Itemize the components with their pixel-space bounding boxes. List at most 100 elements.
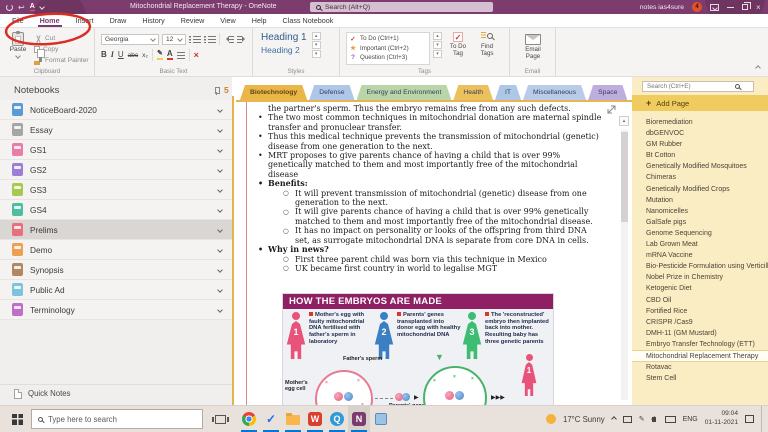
note-paragraph[interactable]: It will prevent transmission of mitochon… — [282, 189, 602, 208]
page-item[interactable]: Bioremediation — [632, 117, 768, 128]
font-name-select[interactable]: Georgia — [101, 34, 159, 45]
sync-status-icon[interactable] — [6, 4, 13, 11]
pen-tray-icon[interactable]: ✎ — [639, 415, 645, 423]
find-tags-button[interactable]: Find Tags — [474, 32, 500, 65]
font-size-select[interactable]: 12 — [162, 34, 186, 45]
notebook-item[interactable]: Terminology — [0, 300, 232, 320]
subscript-button[interactable]: x₂ — [142, 52, 148, 59]
notebook-item[interactable]: Prelims — [0, 220, 232, 240]
notebook-item[interactable]: Synopsis — [0, 260, 232, 280]
page-item[interactable]: Bt Cotton — [632, 150, 768, 161]
notebook-item[interactable]: GS3 — [0, 180, 232, 200]
tray-expand-icon[interactable] — [611, 416, 617, 422]
note-paragraph[interactable]: Thus this medical technique prevents the… — [255, 132, 602, 151]
speaker-icon[interactable] — [652, 417, 656, 422]
cut-button[interactable]: Cut — [34, 33, 89, 44]
page-item[interactable]: dbGENVOC — [632, 128, 768, 139]
ribbon-tab[interactable]: Help — [244, 14, 275, 27]
chevron-down-icon[interactable] — [217, 167, 223, 173]
account-name[interactable]: notes ias4sure — [640, 4, 684, 11]
embryo-infographic-image[interactable]: HOW THE EMBRYOS ARE MADE 1 Mother's egg … — [283, 294, 553, 406]
tag-option[interactable]: ✓ To Do (Ctrl+1) — [349, 34, 427, 44]
ribbon-tab[interactable]: Insert — [68, 14, 102, 27]
italic-button[interactable]: I — [111, 51, 114, 59]
q-app-icon[interactable]: Q — [326, 406, 348, 432]
page-item[interactable]: Chimeras — [632, 172, 768, 183]
decrease-indent-button[interactable] — [223, 36, 234, 43]
undo-icon[interactable]: ↩ — [18, 4, 25, 11]
ribbon-display-options-icon[interactable] — [710, 4, 719, 11]
page-item[interactable]: CRISPR /Cas9 — [632, 317, 768, 328]
page-item[interactable]: mRNA Vaccine — [632, 250, 768, 261]
clock[interactable]: 09:04 01-11-2021 — [705, 410, 738, 428]
section-tab[interactable]: Defense — [309, 85, 354, 100]
pane-divider[interactable] — [232, 96, 234, 405]
keyboard-tray-icon[interactable] — [665, 416, 676, 423]
page-item[interactable]: Mitochondrial Replacement Therapy — [632, 350, 768, 362]
bold-button[interactable]: B — [101, 51, 107, 59]
ribbon-tab[interactable]: Home — [32, 14, 68, 27]
bullet-list-icon[interactable] — [193, 36, 201, 43]
style-option[interactable]: Heading 2 — [261, 44, 307, 56]
note-paragraph[interactable]: Benefits: — [255, 179, 602, 188]
show-desktop-button[interactable] — [761, 406, 764, 432]
section-tab[interactable]: Space — [588, 85, 627, 100]
page-item[interactable]: Embryo Transfer Technology (ETT) — [632, 339, 768, 350]
numbered-list-icon[interactable] — [208, 36, 216, 43]
chevron-down-icon[interactable] — [217, 127, 223, 133]
titlebar-search[interactable]: Search (Alt+Q) — [310, 2, 493, 12]
pages-search[interactable] — [642, 81, 754, 92]
ribbon-tab[interactable]: Draw — [102, 14, 135, 27]
delete-icon[interactable]: × — [194, 50, 199, 60]
tag-option[interactable]: ? Question (Ctrl+3) — [349, 53, 427, 63]
page-item[interactable]: Rotavac — [632, 362, 768, 373]
chevron-down-icon[interactable] — [217, 307, 223, 313]
page-item[interactable]: Genome Sequencing — [632, 228, 768, 239]
ribbon-tab[interactable]: File — [4, 14, 32, 27]
taskbar-search[interactable]: Type here to search — [31, 409, 203, 429]
note-paragraph[interactable]: the partner's sperm. Thus the embryo rem… — [268, 104, 602, 113]
notebook-item[interactable]: Public Ad — [0, 280, 232, 300]
page-item[interactable]: Nobel Prize in Chemistry — [632, 272, 768, 283]
minimize-icon[interactable] — [727, 7, 734, 8]
note-paragraph[interactable]: UK became first country in world to lega… — [282, 264, 602, 273]
avatar[interactable]: 4 — [692, 2, 702, 12]
chevron-down-icon[interactable] — [217, 247, 223, 253]
ribbon-tab[interactable]: Review — [173, 14, 213, 27]
ribbon-tab[interactable]: History — [134, 14, 172, 27]
highlight-button[interactable]: ✎ — [157, 50, 163, 60]
close-icon[interactable]: × — [756, 3, 764, 12]
note-text[interactable]: the partner's sperm. Thus the embryo rem… — [255, 104, 602, 273]
restore-icon[interactable] — [742, 4, 748, 10]
expand-page-icon[interactable] — [607, 105, 616, 114]
scroll-up-icon[interactable]: ▴ — [619, 116, 629, 126]
action-center-icon[interactable] — [745, 415, 754, 423]
paste-button[interactable]: Paste — [6, 32, 30, 60]
notebook-item[interactable]: GS4 — [0, 200, 232, 220]
note-paragraph[interactable]: MRT proposes to give parents chance of h… — [255, 151, 602, 179]
chevron-down-icon[interactable] — [217, 207, 223, 213]
note-paragraph[interactable]: It has no impact on personality or looks… — [282, 226, 602, 245]
task-view-icon[interactable] — [215, 415, 226, 424]
display-tray-icon[interactable] — [623, 416, 632, 423]
tags-scroll[interactable]: ▴ ▾ ▾ — [433, 32, 442, 65]
page-item[interactable]: Nanomicelles — [632, 206, 768, 217]
chevron-down-icon[interactable] — [217, 147, 223, 153]
page-item[interactable]: DMH-11 (GM Mustard) — [632, 328, 768, 339]
page-item[interactable]: Fortified Rice — [632, 306, 768, 317]
styles-scroll[interactable]: ▴ ▾ ▾ — [312, 32, 321, 58]
chevron-down-icon[interactable] — [217, 107, 223, 113]
copy-button[interactable]: Copy — [34, 44, 89, 55]
ribbon-tab[interactable]: Class Notebook — [275, 14, 342, 27]
chevron-down-icon[interactable] — [217, 287, 223, 293]
section-tab[interactable]: Energy and Environment — [357, 85, 452, 100]
page-item[interactable]: Genetically Modified Crops — [632, 184, 768, 195]
page-item[interactable]: Stem Cell — [632, 373, 768, 384]
language-indicator[interactable]: ENG — [683, 416, 698, 423]
quick-access-caret-icon[interactable] — [39, 4, 45, 10]
start-button-icon[interactable] — [12, 414, 23, 425]
notebook-item[interactable]: Essay — [0, 120, 232, 140]
note-paragraph[interactable]: It will give parents chance of having a … — [282, 207, 602, 226]
font-color-button[interactable]: A — [167, 50, 173, 60]
add-page-button[interactable]: + Add Page — [632, 95, 768, 111]
